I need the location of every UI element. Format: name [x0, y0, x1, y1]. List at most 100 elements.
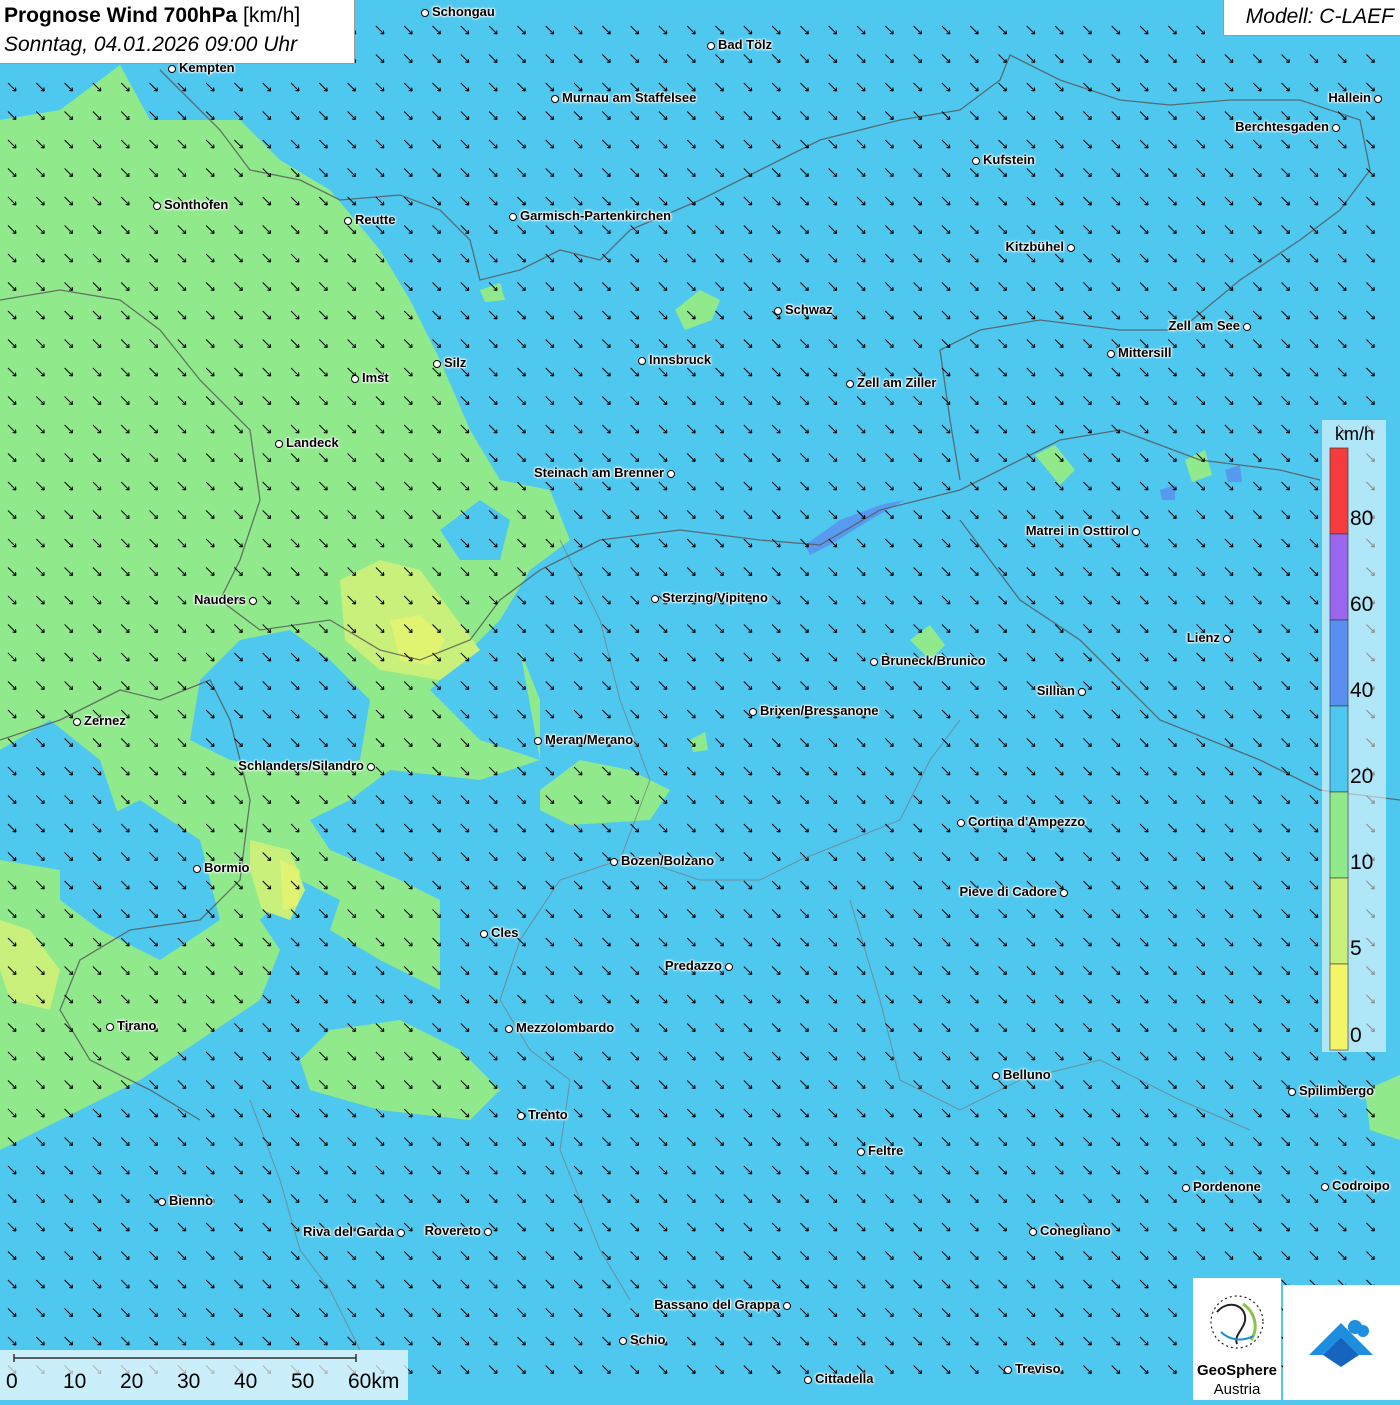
city-label: Sonthofen	[164, 197, 229, 212]
city-marker	[433, 360, 441, 368]
city-marker	[1332, 124, 1340, 132]
legend-tick-label: 40	[1350, 679, 1374, 702]
city-marker	[992, 1072, 1000, 1080]
city-marker	[1288, 1088, 1296, 1096]
city-label: Nauders	[193, 592, 246, 607]
city-marker	[1060, 889, 1068, 897]
scale-label: 60km	[348, 1370, 400, 1393]
city-marker	[153, 202, 161, 210]
city-marker	[651, 595, 659, 603]
city-label: Murnau am Staffelsee	[562, 90, 697, 105]
city-marker	[73, 718, 81, 726]
city-label: Zernez	[84, 713, 126, 728]
scale-label: 10	[63, 1370, 87, 1393]
city-label: Schwaz	[785, 302, 833, 317]
city-label: Zell am Ziller	[857, 375, 937, 390]
city-marker	[1067, 244, 1075, 252]
city-label: Kempten	[179, 60, 235, 75]
legend-tick-label: 60	[1350, 593, 1374, 616]
city-label: Innsbruck	[649, 352, 712, 367]
legend-tick-label: 0	[1350, 1024, 1362, 1047]
model-box: Modell: C-LAEF	[1223, 0, 1400, 36]
title-unit: [km/h]	[237, 4, 301, 27]
logo-line1: GeoSphere	[1196, 1362, 1278, 1379]
city-marker	[957, 819, 965, 827]
city-label: Bruneck/Brunico	[881, 653, 986, 668]
city-label: Schongau	[432, 4, 495, 19]
legend-tick-label: 10	[1350, 851, 1374, 874]
city-marker	[783, 1302, 791, 1310]
city-label: Spilimbergo	[1299, 1083, 1375, 1098]
city-marker	[725, 963, 733, 971]
city-marker	[610, 858, 618, 866]
city-marker	[667, 470, 675, 478]
city-label: Belluno	[1003, 1067, 1051, 1082]
forecast-date: Sonntag, 04.01.2026 09:00 Uhr	[4, 33, 298, 56]
city-marker	[249, 597, 257, 605]
scale-label: 50	[291, 1370, 315, 1393]
city-label: Treviso	[1015, 1361, 1061, 1376]
city-marker	[351, 375, 359, 383]
city-label: Brixen/Bressanone	[760, 703, 879, 718]
city-label: Cittadella	[815, 1371, 874, 1386]
city-marker	[1029, 1228, 1037, 1236]
city-label: Reutte	[355, 212, 396, 227]
city-label: Cles	[491, 925, 519, 940]
city-label: Predazzo	[664, 958, 722, 973]
city-marker	[774, 307, 782, 315]
city-label: Zell am See	[1168, 318, 1240, 333]
city-marker	[846, 380, 854, 388]
city-label: Bozen/Bolzano	[621, 853, 715, 868]
city-marker	[870, 658, 878, 666]
geosphere-logo[interactable]: GeoSphere Austria	[1193, 1278, 1281, 1400]
city-marker	[1182, 1184, 1190, 1192]
city-marker	[1374, 95, 1382, 103]
city-label: Codroipo	[1332, 1178, 1390, 1193]
title-box: Prognose Wind 700hPa [km/h] Sonntag, 04.…	[0, 0, 355, 64]
model-label: Modell: C-LAEF	[1245, 5, 1394, 28]
city-marker	[193, 865, 201, 873]
city-label: Schlanders/Silandro	[238, 758, 364, 773]
city-label: Imst	[362, 370, 389, 385]
city-marker	[619, 1337, 627, 1345]
city-marker	[1132, 528, 1140, 536]
city-marker	[275, 440, 283, 448]
page-title: Prognose Wind 700hPa [km/h]	[4, 4, 300, 28]
scale-label: 20	[120, 1370, 144, 1393]
city-label: Bormio	[204, 860, 250, 875]
city-label: Hallein	[1328, 90, 1371, 105]
legend-tick-label: 5	[1350, 937, 1362, 960]
city-marker	[1321, 1183, 1329, 1191]
city-marker	[638, 357, 646, 365]
city-label: Trento	[528, 1107, 568, 1122]
city-label: Riva del Garda	[302, 1224, 394, 1239]
legend-tick-label: 20	[1350, 765, 1374, 788]
city-label: Meran/Merano	[545, 732, 634, 747]
city-marker	[972, 157, 980, 165]
city-marker	[421, 9, 429, 17]
city-label: Lienz	[1186, 630, 1220, 645]
app-logo[interactable]	[1283, 1285, 1400, 1400]
logo-line2: Austria	[1213, 1381, 1261, 1398]
city-label: Tirano	[117, 1018, 157, 1033]
city-marker	[480, 930, 488, 938]
city-marker	[1107, 350, 1115, 358]
city-marker	[517, 1112, 525, 1120]
city-marker	[158, 1198, 166, 1206]
city-marker	[344, 217, 352, 225]
city-marker	[707, 42, 715, 50]
cloud-arrow-icon	[1309, 1320, 1373, 1367]
title-bold: Prognose Wind 700hPa	[4, 4, 238, 27]
city-label: Schio	[630, 1332, 666, 1347]
city-label: Landeck	[286, 435, 339, 450]
city-label: Feltre	[868, 1143, 904, 1158]
city-label: Bienno	[169, 1193, 214, 1208]
city-label: Bassano del Grappa	[654, 1297, 780, 1312]
city-label: Sillian	[1036, 683, 1075, 698]
city-label: Mittersill	[1118, 345, 1172, 360]
city-marker	[551, 95, 559, 103]
city-label: Kitzbühel	[1005, 239, 1065, 254]
scale-bar-line	[13, 1354, 357, 1362]
city-marker	[1223, 635, 1231, 643]
city-label: Sterzing/Vipiteno	[662, 590, 768, 605]
